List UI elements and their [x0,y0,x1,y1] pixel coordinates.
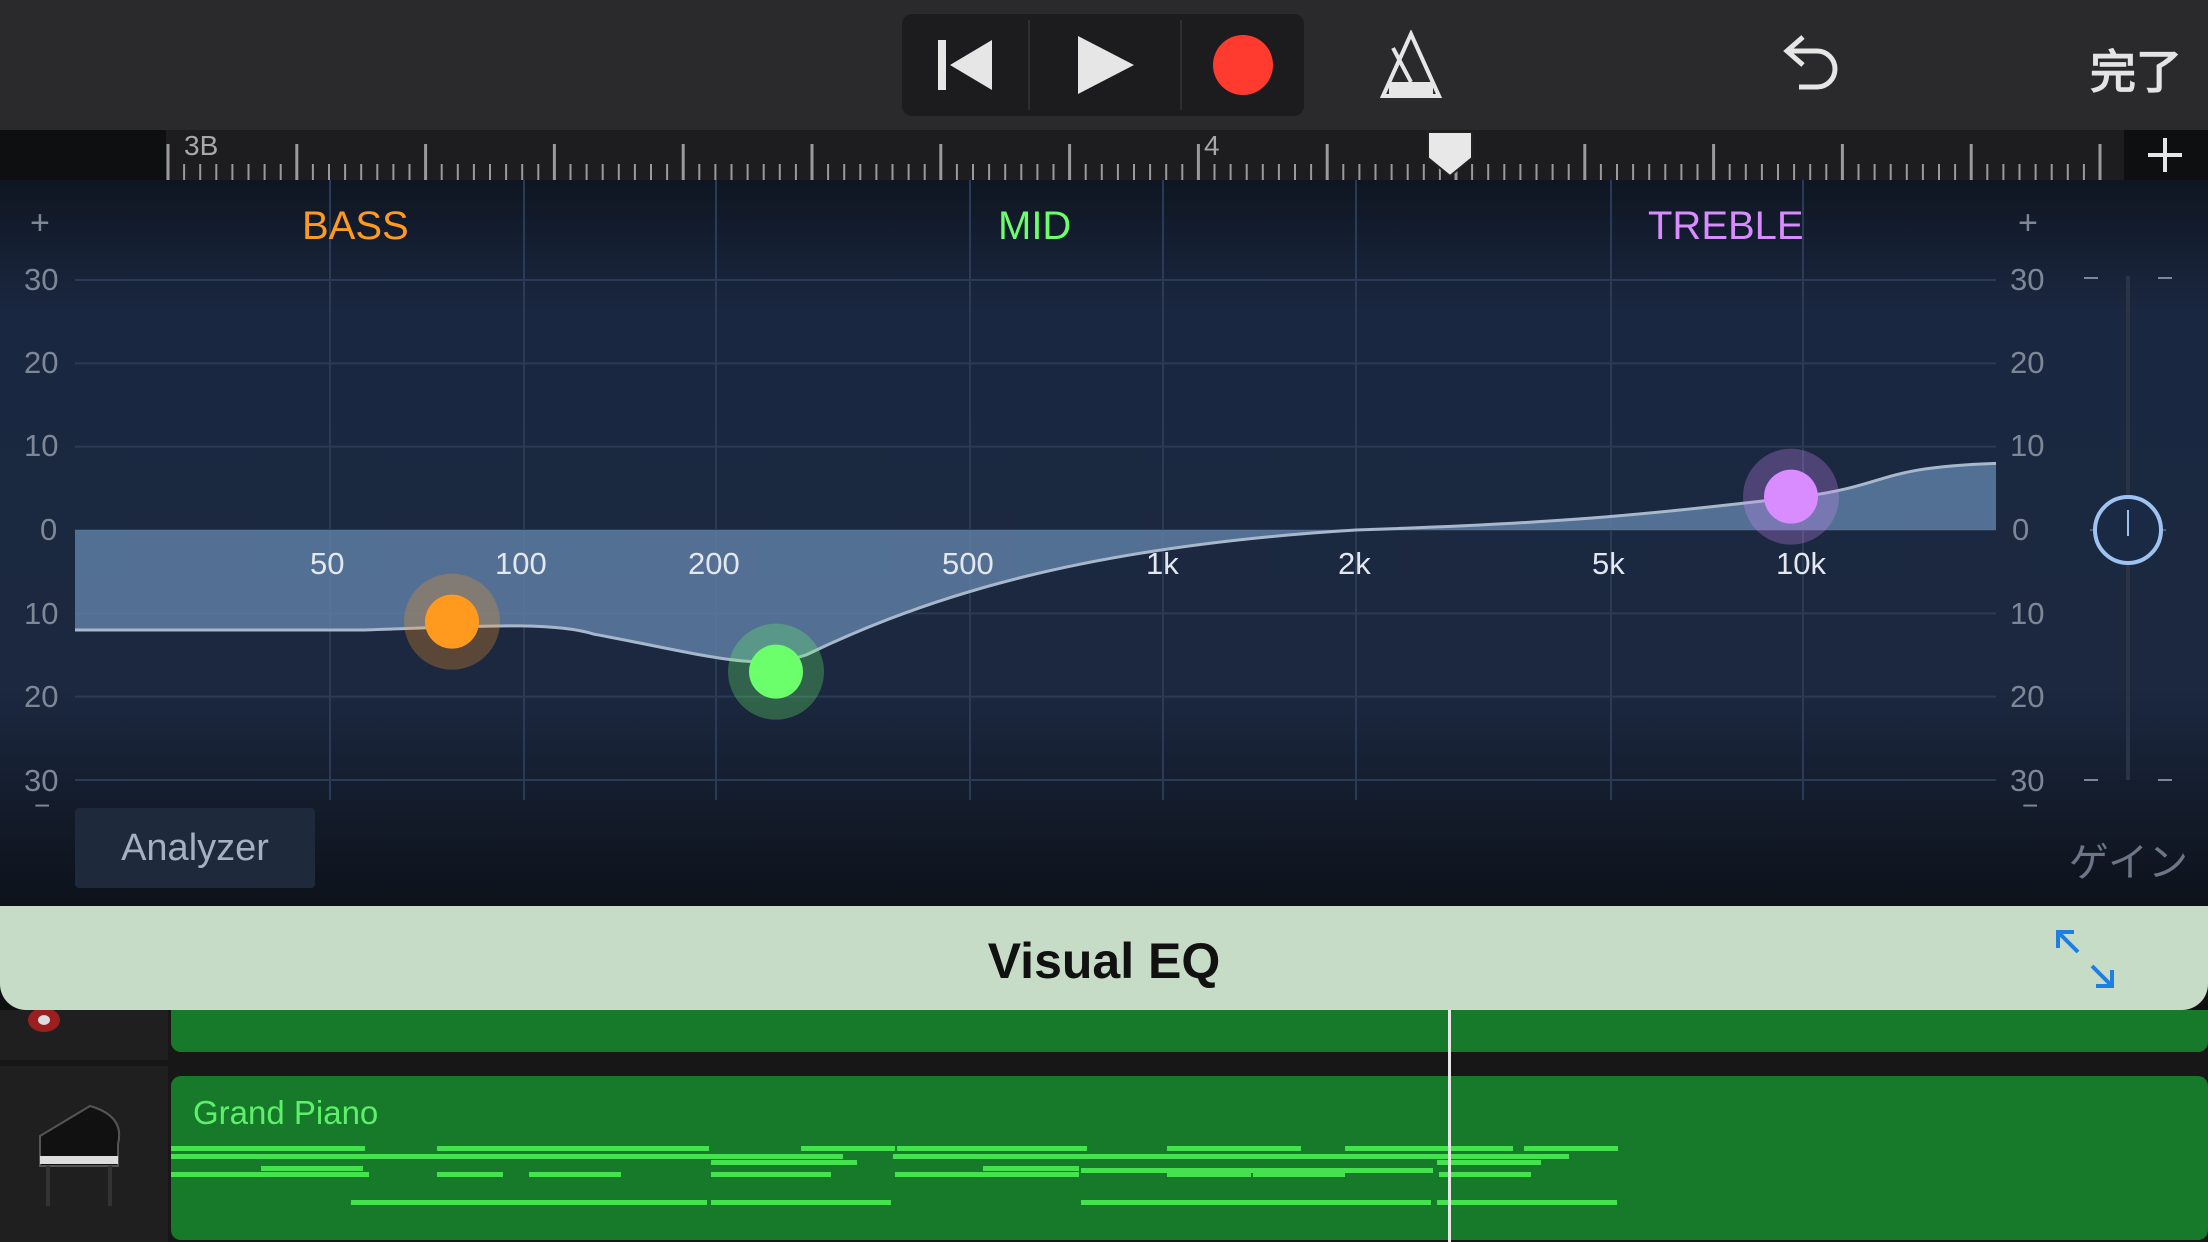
track-header-guitar[interactable] [0,1010,168,1060]
guitar-icon [28,1010,60,1032]
ruler-ticks [166,144,2102,180]
rewind-button[interactable] [902,14,1028,116]
play-button[interactable] [1030,14,1180,116]
grand-piano-icon [39,1104,121,1206]
ruler-marker-3b: 3B [184,130,219,161]
eq-bass-point [404,573,500,670]
metronome-icon [1379,30,1443,98]
gain-scale-left: 20 [24,345,59,380]
track-area: Grand Piano [0,1010,2208,1242]
gain-scale-right: 30 [2010,262,2045,297]
freq-label: 200 [688,546,740,581]
freq-label: 50 [310,546,345,581]
gain-knob [2093,495,2163,565]
timeline-ruler[interactable]: 3B 4 [166,130,2124,180]
plugin-header[interactable]: Visual EQ [0,906,2208,1010]
track-region-guitar[interactable] [171,1010,2208,1052]
visual-eq-panel: BASS MID TREBLE + + − − 30 20 10 0 10 20… [0,180,2208,906]
freq-label: 10k [1776,546,1826,581]
metronome-button[interactable] [1376,30,1446,100]
gain-scale-right: 30 [2010,763,2045,798]
freq-label: 500 [942,546,994,581]
freq-label: 2k [1338,546,1371,581]
undo-button[interactable] [1774,30,1844,96]
expand-arrows-icon [2056,930,2114,988]
freq-label: 100 [495,546,547,581]
gain-label: ゲイン [2068,841,2188,885]
record-icon [1213,35,1273,95]
gain-scale-right: 20 [2010,679,2045,714]
add-section-button[interactable] [2140,130,2190,180]
gain-scale-left: 20 [24,679,59,714]
gain-scale-right: 10 [2010,428,2045,463]
playhead-line [1448,1010,1451,1242]
playhead-handle[interactable] [1424,130,1476,180]
record-button[interactable] [1182,14,1304,116]
gain-scale-left: 30 [24,763,59,798]
ruler-marker-4: 4 [1204,130,1220,161]
eq-curve-fill [75,463,1996,662]
eq-treble-point [1743,448,1839,545]
band-label-mid: MID [998,204,1072,248]
eq-mid-point [728,623,824,720]
gain-scale-right: 10 [2010,596,2045,631]
gain-scale-right: 0 [2012,512,2030,547]
increase-range-left-button[interactable]: + [30,204,50,243]
gain-scale-left: 0 [40,512,58,547]
plugin-title: Visual EQ [987,933,1221,989]
done-button[interactable]: 完了 [2090,36,2182,102]
undo-icon [1783,35,1838,90]
gain-scale-left: 10 [24,428,59,463]
increase-range-right-button[interactable]: + [2018,204,2038,243]
gain-scale-right: 20 [2010,345,2045,380]
band-label-treble: TREBLE [1648,204,1804,248]
analyzer-button[interactable]: Analyzer [75,808,315,888]
gain-scale-left: 30 [24,262,59,297]
band-label-bass: BASS [302,204,409,248]
freq-label: 1k [1146,546,1179,581]
transport-controls [902,14,1304,116]
eq-graph[interactable] [0,180,2208,906]
play-icon [1078,36,1134,94]
freq-label: 5k [1592,546,1625,581]
track-header-grand-piano[interactable] [0,1066,168,1242]
expand-button[interactable] [2052,926,2118,997]
midi-notes [171,1146,1618,1205]
rewind-to-start-icon [938,40,992,90]
track-region-grand-piano[interactable]: Grand Piano [171,1076,2208,1240]
control-bar: 完了 [0,0,2208,130]
plus-icon [2148,138,2182,172]
gain-scale-left: 10 [24,596,59,631]
